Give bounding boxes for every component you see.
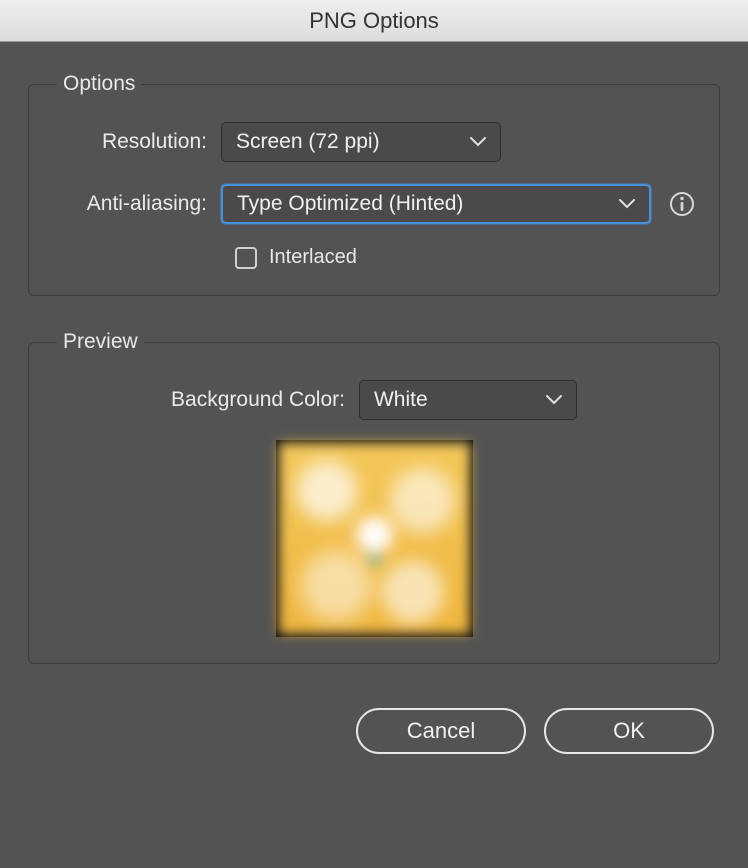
preview-thumbnail-wrap [51,440,697,637]
window-title: PNG Options [309,8,439,34]
preview-legend: Preview [57,330,144,354]
anti-aliasing-row: Anti-aliasing: Type Optimized (Hinted) [51,184,697,224]
dialog-content: Options Resolution: Screen (72 ppi) Anti… [0,42,748,778]
resolution-label: Resolution: [51,130,221,154]
options-legend: Options [57,72,141,96]
interlaced-checkbox[interactable] [235,247,257,269]
window-titlebar: PNG Options [0,0,748,42]
interlaced-row: Interlaced [235,246,697,269]
interlaced-label: Interlaced [269,246,357,269]
anti-aliasing-label: Anti-aliasing: [51,192,221,216]
background-color-value: White [374,388,428,412]
info-icon[interactable] [669,191,695,217]
chevron-down-icon [546,395,562,405]
preview-thumbnail [277,441,472,636]
anti-aliasing-value: Type Optimized (Hinted) [237,192,463,216]
preview-thumbnail-border [276,440,473,637]
chevron-down-icon [470,137,486,147]
background-color-row: Background Color: White [51,380,697,420]
chevron-down-icon [619,199,635,209]
options-fieldset: Options Resolution: Screen (72 ppi) Anti… [28,72,720,296]
resolution-row: Resolution: Screen (72 ppi) [51,122,697,162]
dialog-buttons: Cancel OK [28,698,720,754]
cancel-button[interactable]: Cancel [356,708,526,754]
background-color-select[interactable]: White [359,380,577,420]
ok-button-label: OK [613,718,645,744]
resolution-value: Screen (72 ppi) [236,130,380,154]
ok-button[interactable]: OK [544,708,714,754]
resolution-select[interactable]: Screen (72 ppi) [221,122,501,162]
preview-fieldset: Preview Background Color: White [28,330,720,664]
anti-aliasing-select[interactable]: Type Optimized (Hinted) [221,184,651,224]
background-color-label: Background Color: [171,388,359,412]
cancel-button-label: Cancel [407,718,475,744]
